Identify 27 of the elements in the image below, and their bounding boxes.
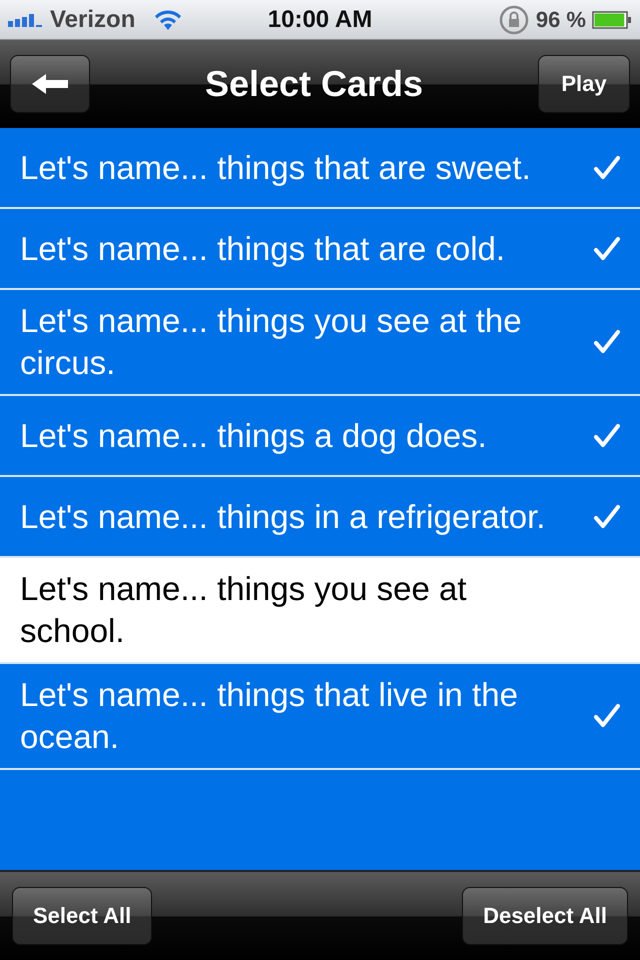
checkmark-icon [594, 703, 620, 729]
wifi-icon [153, 8, 184, 30]
card-row[interactable]: Let's name... things you see at school. [0, 558, 640, 664]
play-button[interactable]: Play [538, 55, 630, 113]
rotation-lock-icon [498, 4, 530, 36]
deselect-all-button[interactable]: Deselect All [462, 887, 628, 945]
screen-title: Select Cards [204, 63, 424, 105]
battery-percent: 96 % [536, 6, 586, 32]
card-label: Let's name... things a dog does. [20, 416, 487, 456]
card-label: Let's name... things that are sweet. [20, 148, 531, 188]
checkmark-icon [594, 329, 620, 355]
card-label: Let's name... things that are cold. [20, 228, 506, 269]
status-time: 10:00 AM [268, 6, 372, 34]
checkmark-icon [594, 504, 620, 530]
card-label: Let's name... things in a refrigerator. [20, 496, 546, 537]
card-label: Let's name... things you see at the circus. [20, 301, 523, 383]
battery-icon [592, 10, 632, 30]
back-button[interactable] [10, 55, 90, 113]
checkmark-icon [594, 422, 620, 448]
checkmark-icon [594, 154, 620, 180]
card-label: Let's name... things that live in the ocean. [20, 675, 519, 757]
card-label: Let's name... things you see at school. [20, 569, 468, 651]
select-all-button[interactable]: Select All [12, 887, 152, 945]
left-arrow-icon [32, 74, 68, 94]
signal-icon [8, 12, 44, 28]
checkmark-icon [594, 236, 620, 262]
carrier-name: Verizon [50, 6, 136, 34]
